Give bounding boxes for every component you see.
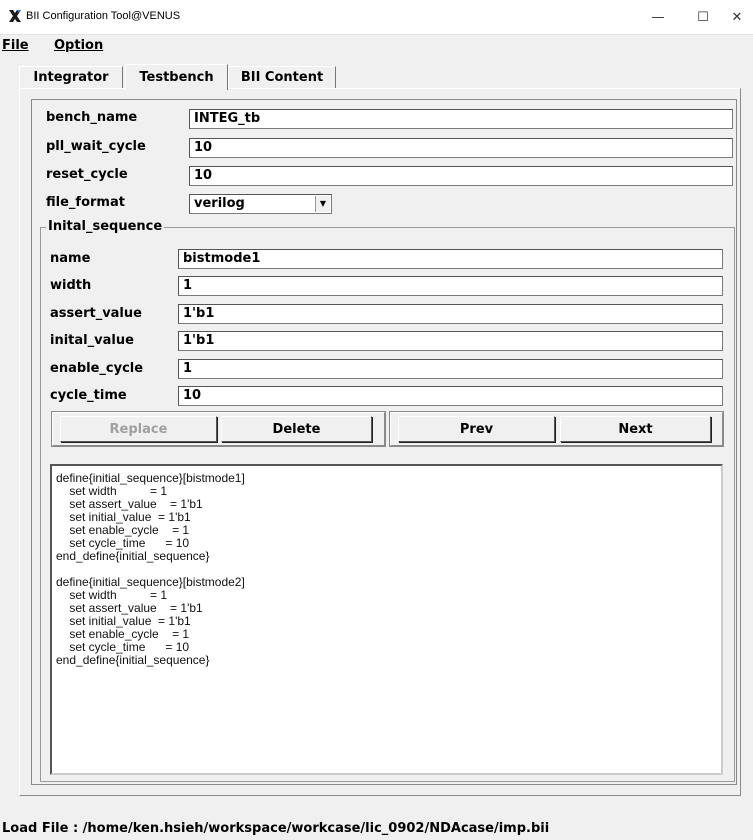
- menu-option-label: Option: [54, 38, 104, 53]
- close-button[interactable]: ✕: [718, 0, 753, 34]
- delete-button[interactable]: Delete: [221, 416, 372, 442]
- menu-bar: File Option: [0, 35, 753, 57]
- pll-wait-cycle-input[interactable]: 10: [189, 138, 733, 158]
- tab-testbench-label: Testbench: [139, 70, 214, 85]
- reset-cycle-input[interactable]: 10: [189, 166, 733, 186]
- initial-sequence-title: Inital_sequence: [46, 219, 165, 234]
- seq-name-label: name: [50, 251, 91, 266]
- close-icon: ✕: [731, 9, 743, 25]
- seq-width-label: width: [50, 278, 92, 293]
- chevron-down-icon[interactable]: ▼: [315, 196, 330, 212]
- title-bar: BII Configuration Tool@VENUS — ☐ ✕: [0, 0, 753, 35]
- assert-value-label: assert_value: [50, 306, 142, 321]
- bench-name-label: bench_name: [46, 110, 138, 125]
- minimize-button[interactable]: —: [639, 0, 677, 34]
- seq-name-input[interactable]: bistmode1: [178, 249, 723, 269]
- menu-option[interactable]: Option: [54, 38, 103, 53]
- sequence-content-textarea[interactable]: define{initial_sequence}[bistmode1] set …: [50, 464, 723, 775]
- minimize-icon: —: [651, 9, 665, 25]
- enable-cycle-input[interactable]: 1: [178, 359, 723, 379]
- prev-button-label: Prev: [459, 421, 494, 437]
- maximize-button[interactable]: ☐: [684, 0, 722, 34]
- menu-file-label: File: [2, 38, 29, 53]
- tab-testbench[interactable]: Testbench: [125, 64, 228, 90]
- content-line: end_define{initial_sequence}: [56, 549, 210, 563]
- file-format-value: verilog: [194, 196, 245, 211]
- inital-value-input[interactable]: 1'b1: [178, 331, 723, 351]
- menu-file[interactable]: File: [2, 38, 29, 53]
- status-bar: Load File : /home/ken.hsieh/workspace/wo…: [0, 820, 753, 840]
- cycle-time-input[interactable]: 10: [178, 386, 723, 406]
- delete-button-label: Delete: [272, 421, 321, 437]
- file-format-label: file_format: [46, 195, 125, 210]
- pll-wait-cycle-label: pll_wait_cycle: [46, 139, 146, 154]
- maximize-icon: ☐: [697, 9, 709, 25]
- x-logo-icon: [9, 10, 21, 22]
- content-line: end_define{initial_sequence}: [56, 653, 210, 667]
- prev-button[interactable]: Prev: [398, 416, 555, 442]
- tab-integrator-label: Integrator: [33, 70, 109, 85]
- reset-cycle-label: reset_cycle: [46, 167, 128, 182]
- cycle-time-label: cycle_time: [50, 388, 127, 403]
- bench-name-input[interactable]: INTEG_tb: [189, 109, 733, 129]
- inital-value-label: inital_value: [50, 333, 134, 348]
- enable-cycle-label: enable_cycle: [50, 361, 144, 376]
- assert-value-input[interactable]: 1'b1: [178, 304, 723, 324]
- replace-button[interactable]: Replace: [60, 416, 217, 442]
- tab-bii-content[interactable]: BII Content: [228, 66, 336, 88]
- next-button[interactable]: Next: [560, 416, 711, 442]
- load-file-status: Load File : /home/ken.hsieh/workspace/wo…: [2, 821, 550, 836]
- file-format-select[interactable]: verilog ▼: [189, 194, 332, 214]
- next-button-label: Next: [618, 421, 653, 437]
- replace-button-label: Replace: [109, 421, 168, 437]
- window-title: BII Configuration Tool@VENUS: [26, 10, 181, 22]
- tab-bii-content-label: BII Content: [240, 70, 324, 85]
- seq-width-input[interactable]: 1: [178, 276, 723, 296]
- tab-integrator[interactable]: Integrator: [19, 66, 123, 88]
